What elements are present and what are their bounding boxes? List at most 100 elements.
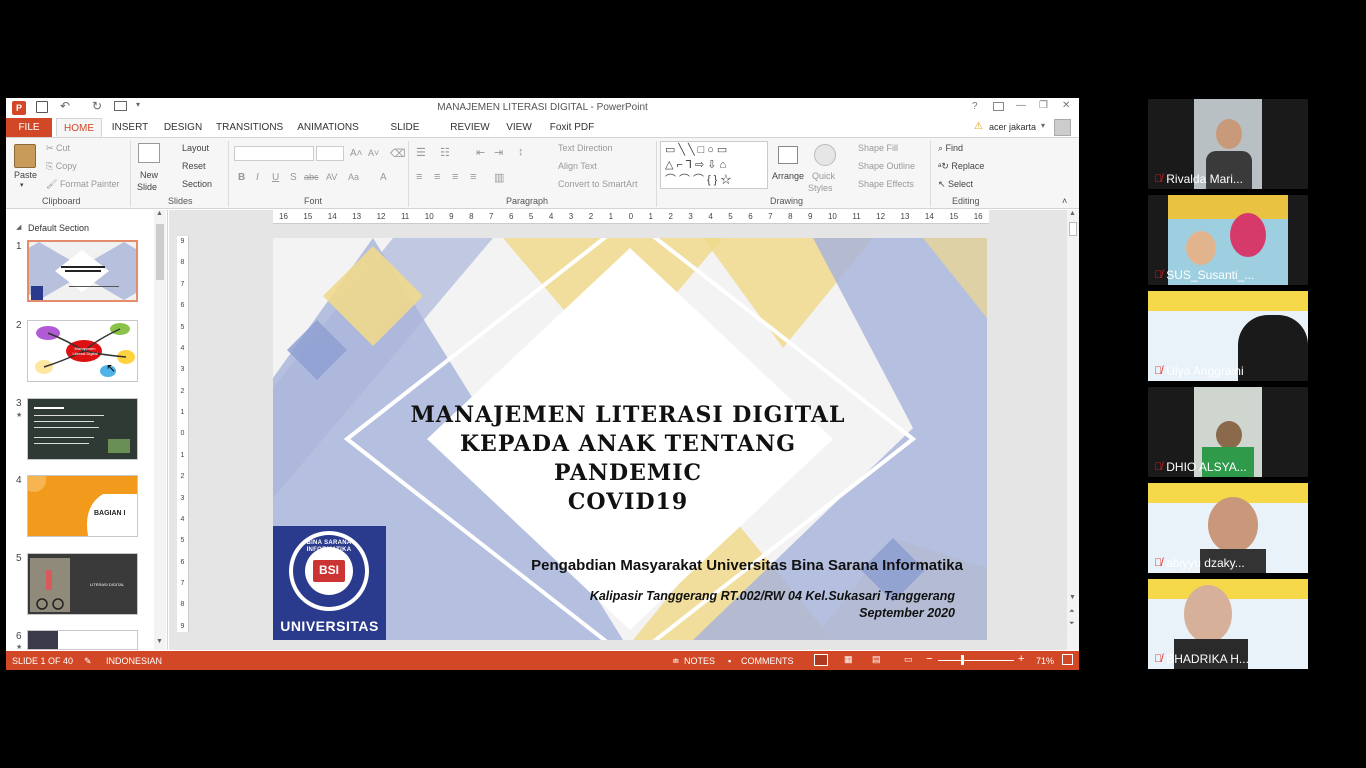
participant-tile[interactable]: 🎙̸ SUS_Susanti_... xyxy=(1148,195,1308,285)
fit-slide-icon[interactable] xyxy=(1062,654,1073,665)
bold-button[interactable]: B xyxy=(238,172,245,183)
scroll-down-icon[interactable]: ▼ xyxy=(1069,594,1076,601)
numbering-icon[interactable]: ☷ xyxy=(440,146,450,159)
justify-icon[interactable]: ≡ xyxy=(470,171,476,183)
scroll-down-icon[interactable]: ▼ xyxy=(156,638,163,645)
convert-smartart-button[interactable]: Convert to SmartArt xyxy=(558,179,638,189)
comments-button[interactable]: COMMENTS xyxy=(741,656,794,666)
previous-slide-icon[interactable]: ⏶ xyxy=(1069,608,1075,616)
increase-indent-icon[interactable]: ⇥ xyxy=(494,146,503,159)
tab-slide-show[interactable]: SLIDE SHOW xyxy=(374,118,436,152)
slide-thumbnail-6[interactable] xyxy=(27,630,138,650)
thumbnails-scrollbar[interactable]: ▲ ▼ xyxy=(154,210,166,650)
zoom-out-icon[interactable]: − xyxy=(926,653,932,665)
font-color-button[interactable]: A xyxy=(380,172,387,183)
character-spacing-button[interactable]: AV xyxy=(326,172,337,182)
replace-button[interactable]: ᵃ↻ Replace xyxy=(938,161,984,172)
spellcheck-icon[interactable]: ✎ xyxy=(84,656,92,667)
minimize-button[interactable]: — xyxy=(1016,100,1026,111)
main-scrollbar[interactable]: ▲ ▼ ⏶ ⏷ xyxy=(1067,210,1079,650)
find-button[interactable]: ⌕ Find xyxy=(938,143,963,154)
font-size-input[interactable] xyxy=(316,146,344,161)
quick-styles-button-line1[interactable]: Quick xyxy=(812,171,835,181)
section-collapse-icon[interactable]: ◢ xyxy=(16,223,21,231)
bullets-icon[interactable]: ☰ xyxy=(416,146,426,159)
language-indicator[interactable]: INDONESIAN xyxy=(106,656,162,666)
zoom-in-icon[interactable]: + xyxy=(1018,653,1024,665)
grow-font-icon[interactable]: A˄ xyxy=(350,148,363,159)
slide-thumbnail-2[interactable]: Manajemen Literasi Digital ↖ xyxy=(27,320,138,382)
slide-address[interactable]: Kalipasir Tanggerang RT.002/RW 04 Kel.Su… xyxy=(590,589,955,603)
shape-fill-button[interactable]: Shape Fill xyxy=(858,143,898,153)
shadow-button[interactable]: S xyxy=(290,172,297,183)
avatar[interactable] xyxy=(1054,119,1071,136)
scroll-up-icon[interactable]: ▲ xyxy=(1069,210,1076,217)
slide-thumbnail-1[interactable] xyxy=(27,240,138,302)
tab-home[interactable]: HOME xyxy=(56,118,102,137)
layout-button[interactable]: Layout xyxy=(182,143,209,153)
tab-transitions[interactable]: TRANSITIONS xyxy=(216,118,283,137)
tab-view[interactable]: VIEW xyxy=(502,118,536,137)
participant-tile[interactable]: 🎙̸ DHIO ALSYA... xyxy=(1148,387,1308,477)
tab-foxit-pdf[interactable]: Foxit PDF xyxy=(546,118,598,137)
tab-file[interactable]: FILE xyxy=(6,118,52,137)
help-button[interactable]: ? xyxy=(972,101,978,112)
tab-insert[interactable]: INSERT xyxy=(108,118,152,137)
reading-view-icon[interactable]: ▤ xyxy=(872,654,881,665)
align-left-icon[interactable]: ≡ xyxy=(416,171,422,183)
normal-view-icon[interactable] xyxy=(814,654,828,666)
select-button[interactable]: ↖ Select xyxy=(938,179,973,190)
slide-sorter-icon[interactable]: ▦ xyxy=(844,654,853,665)
section-button[interactable]: Section xyxy=(182,179,212,189)
zoom-slider-thumb[interactable] xyxy=(961,655,964,665)
collapse-ribbon-icon[interactable]: ˄ xyxy=(1062,196,1067,206)
scroll-thumb[interactable] xyxy=(156,224,164,280)
section-header[interactable]: Default Section xyxy=(28,223,89,233)
tab-animations[interactable]: ANIMATIONS xyxy=(294,118,362,137)
ribbon-display-options-icon[interactable] xyxy=(993,102,1004,111)
quick-styles-icon[interactable] xyxy=(814,144,836,166)
align-right-icon[interactable]: ≡ xyxy=(452,171,458,183)
strikethrough-button[interactable]: abc xyxy=(304,172,319,182)
paste-button[interactable]: Paste xyxy=(14,170,37,180)
close-button[interactable]: ✕ xyxy=(1062,100,1070,111)
shape-effects-button[interactable]: Shape Effects xyxy=(858,179,914,189)
text-direction-button[interactable]: Text Direction xyxy=(558,143,613,153)
slide-thumbnail-5[interactable]: LITERASI DIGITAL xyxy=(27,553,138,615)
new-slide-button-line1[interactable]: New xyxy=(140,170,158,180)
cut-button[interactable]: ✂ Cut xyxy=(46,143,70,154)
line-spacing-icon[interactable]: ↕ xyxy=(518,146,524,158)
shrink-font-icon[interactable]: A˅ xyxy=(368,148,379,158)
zoom-level[interactable]: 71% xyxy=(1036,656,1054,666)
align-center-icon[interactable]: ≡ xyxy=(434,171,440,183)
account-name[interactable]: acer jakarta xyxy=(989,122,1036,132)
participant-tile[interactable]: 🎙̸ Rivalda Mari... xyxy=(1148,99,1308,189)
restore-button[interactable]: ❐ xyxy=(1039,100,1048,111)
tab-design[interactable]: DESIGN xyxy=(160,118,206,137)
underline-button[interactable]: U xyxy=(272,172,279,183)
change-case-button[interactable]: Aa xyxy=(348,172,359,182)
paste-dropdown-icon[interactable]: ▾ xyxy=(20,181,24,189)
participant-tile[interactable]: 🎙̸ BHADRIKA H... xyxy=(1148,579,1308,669)
font-name-input[interactable] xyxy=(234,146,314,161)
participant-tile[interactable]: 🎙̸ abiyyu dzaky... xyxy=(1148,483,1308,573)
next-slide-icon[interactable]: ⏷ xyxy=(1069,620,1075,628)
slide-show-icon[interactable]: ▭ xyxy=(904,654,913,665)
tab-review[interactable]: REVIEW xyxy=(448,118,492,137)
scroll-up-icon[interactable]: ▲ xyxy=(156,210,163,217)
quick-styles-button-line2[interactable]: Styles xyxy=(808,183,833,193)
paste-icon[interactable] xyxy=(14,144,36,168)
shape-outline-button[interactable]: Shape Outline xyxy=(858,161,915,171)
current-slide[interactable]: MANAJEMEN LITERASI DIGITAL KEPADA ANAK T… xyxy=(273,238,987,640)
slide-title[interactable]: MANAJEMEN LITERASI DIGITAL KEPADA ANAK T… xyxy=(393,401,863,517)
arrange-button[interactable]: Arrange xyxy=(772,171,804,181)
slide-thumbnail-3[interactable] xyxy=(27,398,138,460)
align-text-button[interactable]: Align Text xyxy=(558,161,597,171)
clear-formatting-icon[interactable]: ⌫ xyxy=(390,147,406,160)
reset-button[interactable]: Reset xyxy=(182,161,206,171)
format-painter-button[interactable]: 🖌 Format Painter xyxy=(46,179,119,190)
columns-icon[interactable]: ▥ xyxy=(494,171,504,184)
new-slide-button-line2[interactable]: Slide xyxy=(137,182,157,192)
participant-tile[interactable]: 🎙̸ Ulya Anggraini xyxy=(1148,291,1308,381)
slide-date[interactable]: September 2020 xyxy=(859,606,955,620)
